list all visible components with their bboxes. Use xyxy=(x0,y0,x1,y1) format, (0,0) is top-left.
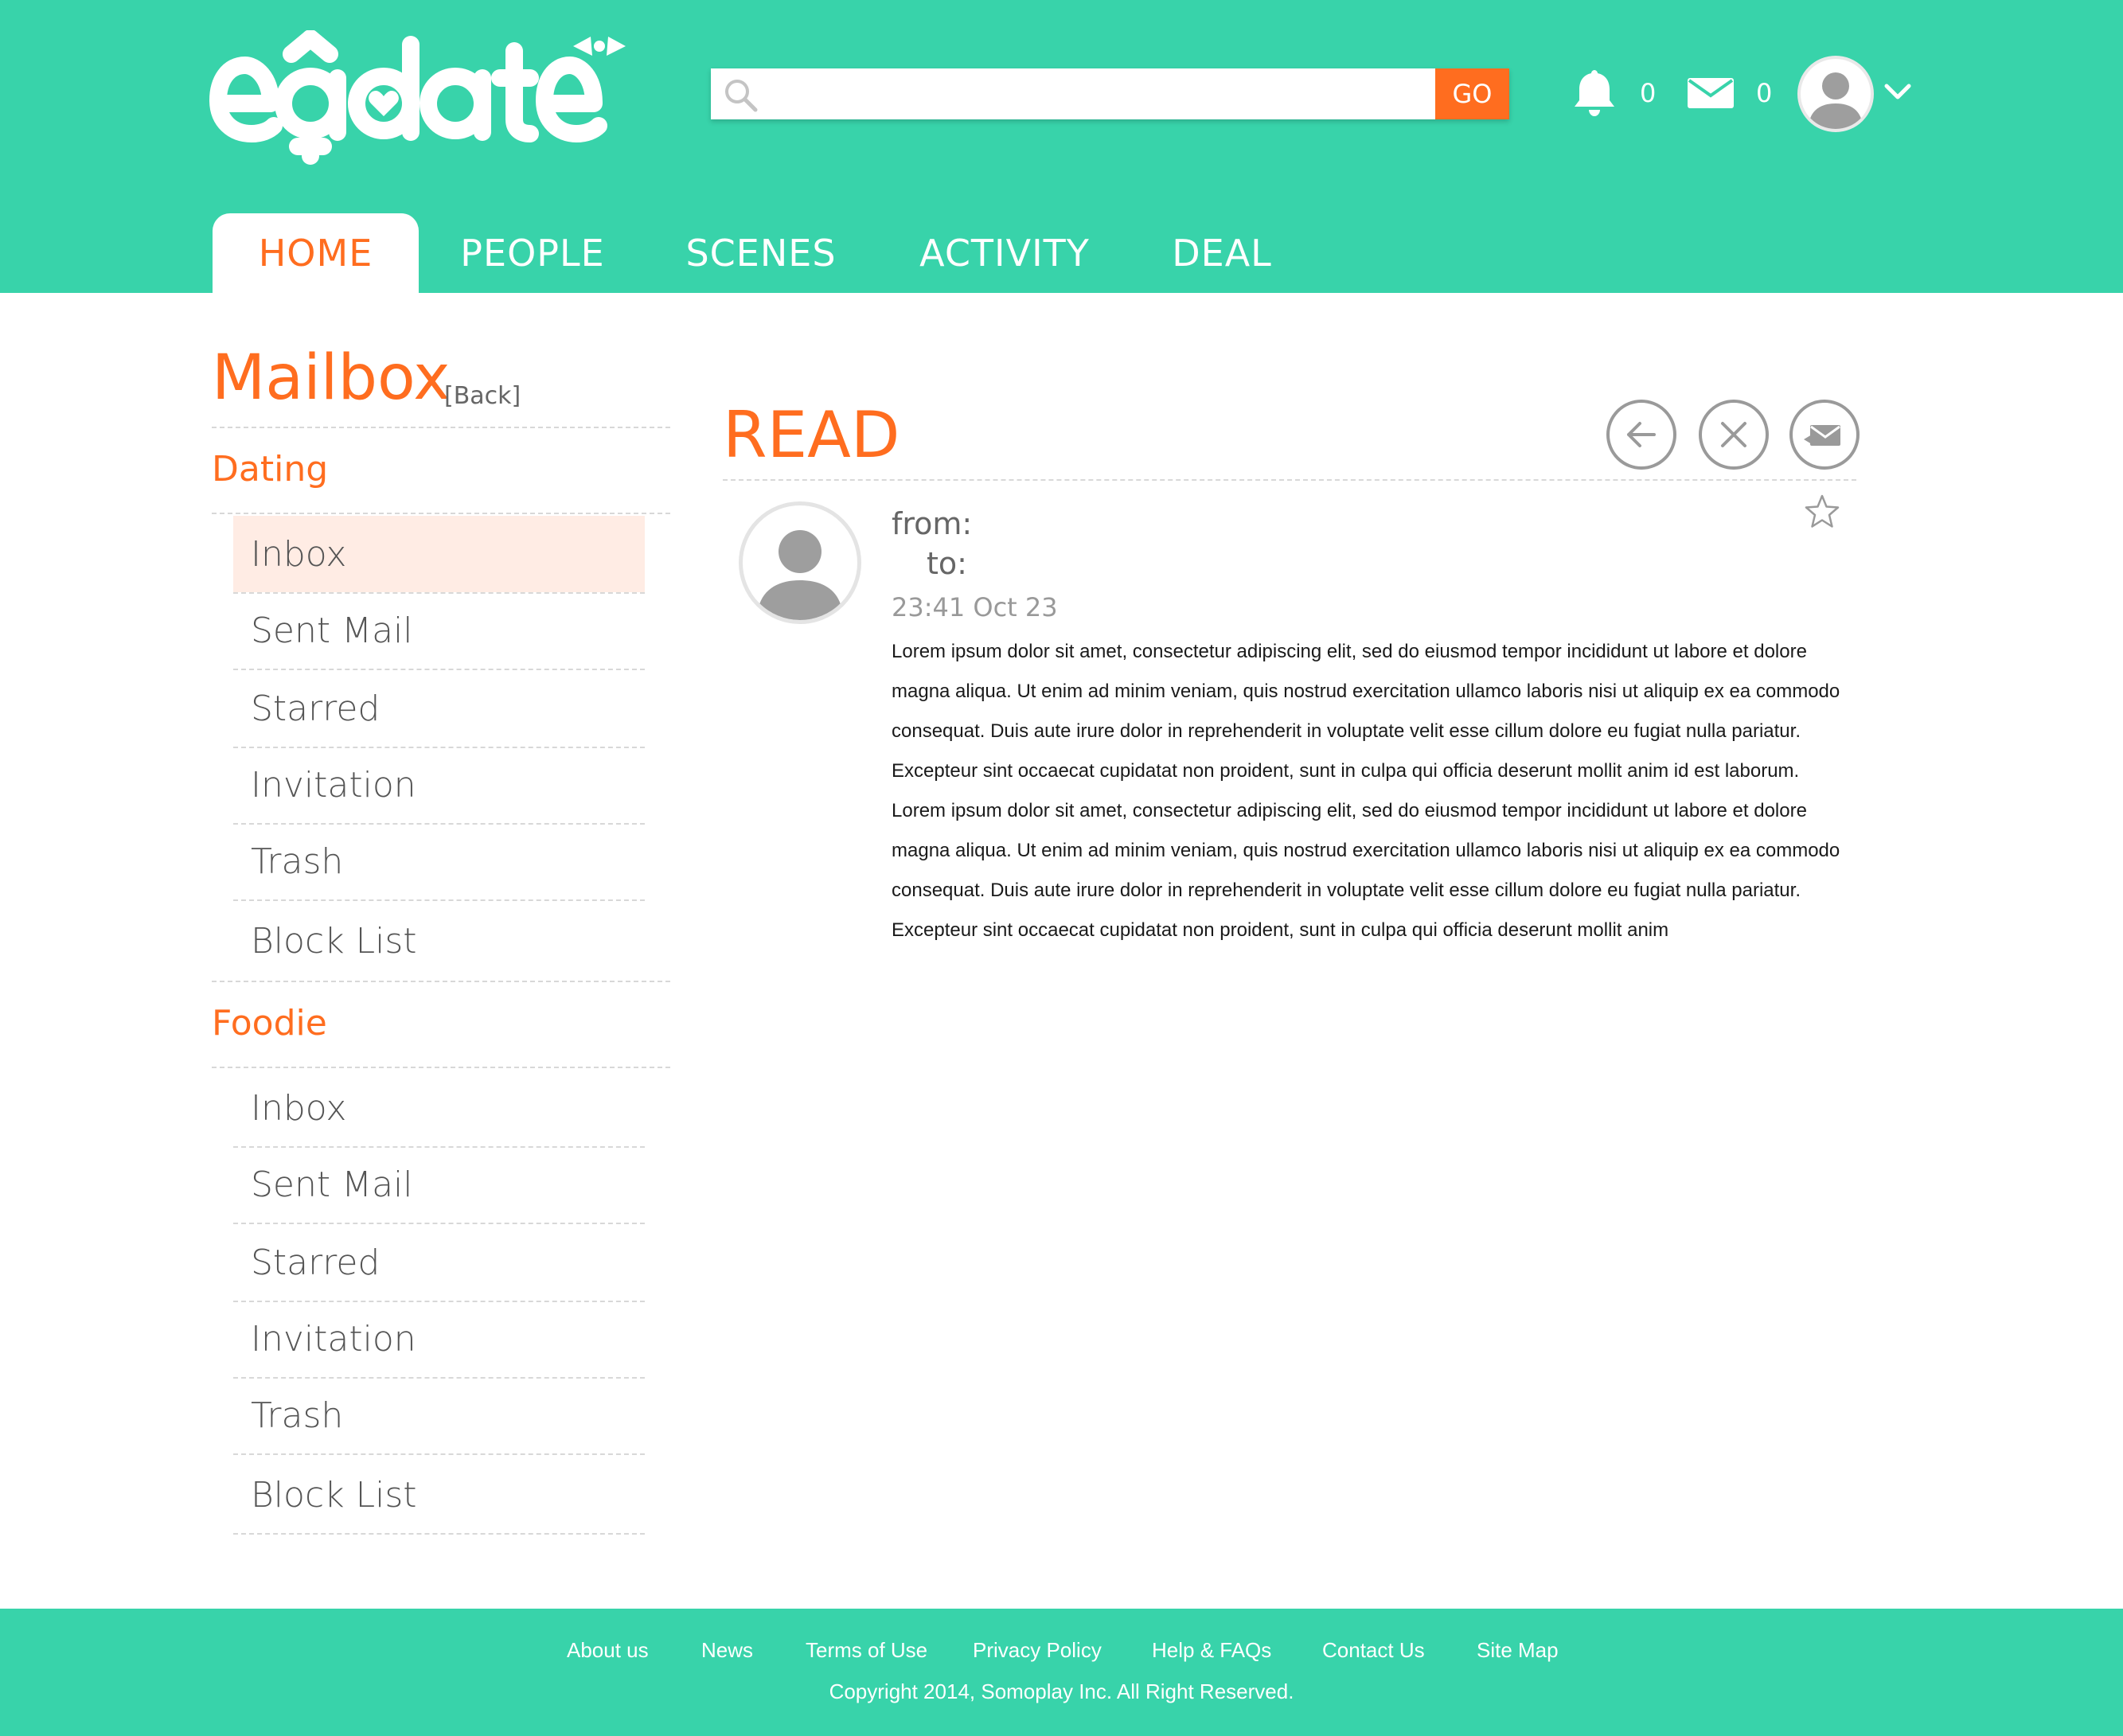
section-title-foodie: Foodie xyxy=(212,1003,327,1044)
tab-home[interactable]: HOME xyxy=(213,213,419,293)
footer-link-privacy-policy[interactable]: Privacy Policy xyxy=(973,1638,1102,1663)
bell-icon[interactable] xyxy=(1573,67,1616,118)
sender-avatar[interactable] xyxy=(739,501,861,624)
tab-deal[interactable]: DEAL xyxy=(1162,213,1282,293)
sidebar-item-dating-block-list[interactable]: Block List xyxy=(233,903,645,979)
star-icon[interactable] xyxy=(1804,493,1840,530)
footer-link-help-faqs[interactable]: Help & FAQs xyxy=(1152,1638,1271,1663)
read-heading: READ xyxy=(723,398,900,472)
messages-count: 0 xyxy=(1756,78,1773,108)
sidebar-item-dating-starred[interactable]: Starred xyxy=(233,670,645,747)
divider xyxy=(233,1533,645,1535)
divider xyxy=(212,427,670,428)
search-bar: GO xyxy=(711,68,1509,119)
tab-activity[interactable]: ACTIVITY xyxy=(919,213,1089,293)
search-input[interactable] xyxy=(711,68,1435,119)
search-go-button[interactable]: GO xyxy=(1435,68,1509,119)
user-avatar[interactable] xyxy=(1797,56,1874,132)
chevron-down-icon[interactable] xyxy=(1883,80,1912,103)
envelope-icon[interactable] xyxy=(1688,78,1734,108)
section-title-dating: Dating xyxy=(212,449,329,490)
site-header: GO 0 0 HOME PEOPLE SCENES ACTIVITY DEAL xyxy=(0,0,2123,293)
from-label: from: xyxy=(892,506,973,541)
sidebar-item-foodie-sent-mail[interactable]: Sent Mail xyxy=(233,1146,645,1223)
footer-link-about-us[interactable]: About us xyxy=(567,1638,649,1663)
divider xyxy=(233,899,645,901)
divider xyxy=(233,1453,645,1455)
footer-link-news[interactable]: News xyxy=(701,1638,753,1663)
sidebar-item-dating-trash[interactable]: Trash xyxy=(233,823,645,899)
message-body: Lorem ipsum dolor sit amet, consectetur … xyxy=(892,632,1861,950)
sidebar-item-foodie-inbox[interactable]: Inbox xyxy=(233,1070,645,1146)
search-icon xyxy=(725,80,758,112)
mailbox-title: Mailbox xyxy=(212,342,451,414)
tab-people[interactable]: PEOPLE xyxy=(455,213,610,293)
divider xyxy=(212,1067,670,1068)
user-silhouette-icon xyxy=(1809,72,1863,129)
reply-mail-button[interactable] xyxy=(1789,400,1860,470)
eadate-logo[interactable] xyxy=(209,30,654,166)
back-link[interactable]: [Back] xyxy=(444,382,521,410)
sidebar-item-dating-inbox[interactable]: Inbox xyxy=(233,516,645,592)
footer-link-contact-us[interactable]: Contact Us xyxy=(1322,1638,1425,1663)
divider xyxy=(212,981,670,982)
tab-scenes[interactable]: SCENES xyxy=(683,213,839,293)
footer-link-site-map[interactable]: Site Map xyxy=(1477,1638,1559,1663)
divider xyxy=(723,479,1856,481)
copyright-text: Copyright 2014, Somoplay Inc. All Right … xyxy=(829,1679,1294,1703)
sidebar-item-foodie-invitation[interactable]: Invitation xyxy=(233,1301,645,1377)
close-icon xyxy=(1721,422,1746,447)
notifications-count: 0 xyxy=(1640,78,1657,108)
arrow-left-icon xyxy=(1627,422,1656,447)
message-timestamp: 23:41 Oct 23 xyxy=(892,592,1058,622)
sidebar-item-dating-invitation[interactable]: Invitation xyxy=(233,747,645,823)
site-footer xyxy=(0,1609,2123,1736)
reply-envelope-icon xyxy=(1804,425,1840,446)
sidebar-item-foodie-block-list[interactable]: Block List xyxy=(233,1457,645,1533)
message-paragraph: Lorem ipsum dolor sit amet, consectetur … xyxy=(892,641,1840,782)
sidebar-item-dating-sent-mail[interactable]: Sent Mail xyxy=(233,592,645,669)
divider xyxy=(212,513,670,514)
message-paragraph: Lorem ipsum dolor sit amet, consectetur … xyxy=(892,800,1840,941)
to-label: to: xyxy=(927,546,967,581)
footer-link-terms-of-use[interactable]: Terms of Use xyxy=(806,1638,927,1663)
delete-button[interactable] xyxy=(1699,400,1769,470)
sidebar-item-foodie-trash[interactable]: Trash xyxy=(233,1377,645,1453)
sidebar-item-foodie-starred[interactable]: Starred xyxy=(233,1224,645,1301)
user-silhouette-icon xyxy=(757,530,843,620)
back-arrow-button[interactable] xyxy=(1606,400,1676,470)
